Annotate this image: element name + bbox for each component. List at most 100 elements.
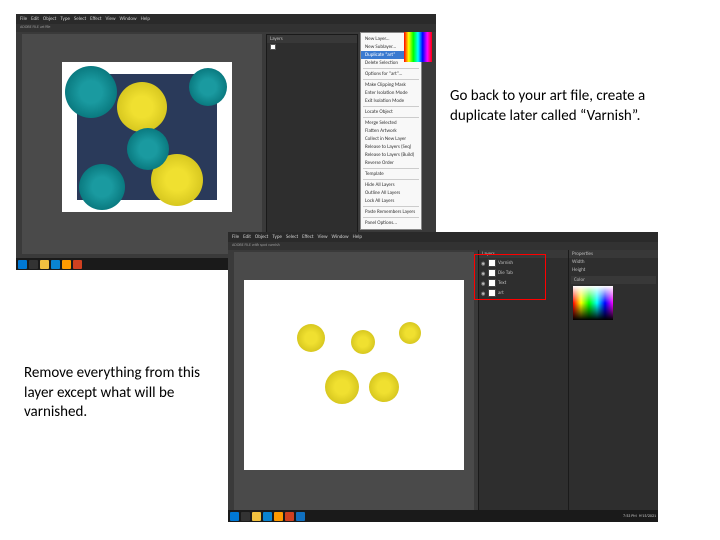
explorer-icon[interactable] <box>252 512 261 521</box>
layer-name: art <box>498 290 504 296</box>
separator <box>363 179 419 180</box>
circle-shape <box>79 164 125 210</box>
clock: 7:53 PM <box>623 514 637 519</box>
menu-release-seq[interactable]: Release to Layers (Seq) <box>361 143 421 151</box>
menu-select[interactable]: Select <box>286 234 298 240</box>
browser-icon[interactable] <box>263 512 272 521</box>
visibility-icon[interactable]: ◉ <box>481 291 486 296</box>
menu-effect[interactable]: Effect <box>302 234 313 240</box>
prop-label: Width <box>572 259 585 265</box>
menu-file[interactable]: File <box>20 16 27 22</box>
menu-type[interactable]: Type <box>60 16 70 22</box>
layer-row-dietab[interactable]: ◉ Die Tab <box>479 268 568 278</box>
menu-collect[interactable]: Collect in New Layer <box>361 135 421 143</box>
layer-thumb <box>488 259 496 267</box>
layer-thumb <box>270 44 276 50</box>
menu-template[interactable]: Template <box>361 170 421 178</box>
powerpoint-icon[interactable] <box>73 260 82 269</box>
menu-effect[interactable]: Effect <box>90 16 101 22</box>
screenshot-illustrator-2: File Edit Object Type Select Effect View… <box>228 232 658 522</box>
artboard <box>244 280 464 470</box>
separator <box>363 106 419 107</box>
properties-panel[interactable]: Properties Width Height Color <box>568 250 658 510</box>
color-spectrum[interactable] <box>404 32 432 62</box>
photoshop-icon[interactable] <box>296 512 305 521</box>
menu-reverse[interactable]: Reverse Order <box>361 159 421 167</box>
panel-tab[interactable]: Color <box>571 276 656 284</box>
color-spectrum[interactable] <box>573 286 613 320</box>
menu-release-build[interactable]: Release to Layers (Build) <box>361 151 421 159</box>
instruction-text-2: Remove everything from this layer except… <box>24 364 214 423</box>
browser-icon[interactable] <box>51 260 60 269</box>
circle-shape <box>65 66 117 118</box>
menu-select[interactable]: Select <box>74 16 86 22</box>
menu-window[interactable]: Window <box>332 234 349 240</box>
search-icon[interactable] <box>29 260 38 269</box>
menu-paste-remembers[interactable]: Paste Remembers Layers <box>361 208 421 216</box>
instruction-text-1: Go back to your art file, create a dupli… <box>450 87 650 126</box>
menubar: File Edit Object Type Select Effect View… <box>228 232 658 242</box>
panel-tab[interactable]: Properties <box>569 250 658 258</box>
powerpoint-icon[interactable] <box>285 512 294 521</box>
menu-help[interactable]: Help <box>141 16 150 22</box>
menu-lock-all[interactable]: Lock All Layers <box>361 197 421 205</box>
layer-row[interactable] <box>267 43 357 51</box>
menu-edit[interactable]: Edit <box>243 234 251 240</box>
separator <box>363 117 419 118</box>
layers-panel[interactable]: Layers <box>266 34 358 254</box>
menu-clipmask[interactable]: Make Clipping Mask <box>361 81 421 89</box>
menu-object[interactable]: Object <box>255 234 268 240</box>
artboard <box>62 62 232 212</box>
visibility-icon[interactable]: ◉ <box>481 281 486 286</box>
menu-help[interactable]: Help <box>353 234 362 240</box>
start-icon[interactable] <box>18 260 27 269</box>
separator <box>363 206 419 207</box>
menu-panel-options[interactable]: Panel Options... <box>361 219 421 227</box>
layers-panel[interactable]: Layers ◉ Varnish ◉ Die Tab ◉ Text ◉ art <box>478 250 568 510</box>
visibility-icon[interactable]: ◉ <box>481 271 486 276</box>
circle-shape <box>189 68 227 106</box>
menu-window[interactable]: Window <box>120 16 137 22</box>
circle-shape <box>127 128 169 170</box>
menu-isolation[interactable]: Enter Isolation Mode <box>361 89 421 97</box>
menu-hide-all[interactable]: Hide All Layers <box>361 181 421 189</box>
illustrator-icon[interactable] <box>274 512 283 521</box>
artwork <box>259 292 449 458</box>
panel-tab[interactable]: Layers <box>479 250 568 258</box>
layer-name: Die Tab <box>498 270 513 276</box>
layer-row-art[interactable]: ◉ art <box>479 288 568 298</box>
layer-row-varnish[interactable]: ◉ Varnish <box>479 258 568 268</box>
artwork <box>77 74 217 200</box>
menu-type[interactable]: Type <box>272 234 282 240</box>
visibility-icon[interactable]: ◉ <box>481 261 486 266</box>
circle-shape <box>351 330 375 354</box>
taskbar-tray: 7:53 PM 9/15/2021 <box>623 514 656 519</box>
canvas[interactable] <box>22 34 262 254</box>
explorer-icon[interactable] <box>40 260 49 269</box>
menu-file[interactable]: File <box>232 234 239 240</box>
panel-tab[interactable]: Layers <box>267 35 357 43</box>
menu-flatten[interactable]: Flatten Artwork <box>361 127 421 135</box>
search-icon[interactable] <box>241 512 250 521</box>
circle-shape <box>297 324 325 352</box>
menu-object[interactable]: Object <box>43 16 56 22</box>
menubar: File Edit Object Type Select Effect View… <box>16 14 436 24</box>
circle-shape <box>117 82 167 132</box>
illustrator-icon[interactable] <box>62 260 71 269</box>
start-icon[interactable] <box>230 512 239 521</box>
color-panel <box>404 32 434 82</box>
layer-name: Varnish <box>498 260 513 266</box>
menu-exit-isolation[interactable]: Exit Isolation Mode <box>361 97 421 105</box>
layer-row-text[interactable]: ◉ Text <box>479 278 568 288</box>
menu-merge[interactable]: Merge Selected <box>361 119 421 127</box>
menu-view[interactable]: View <box>106 16 116 22</box>
color-panel[interactable]: Color <box>569 274 658 324</box>
separator <box>363 168 419 169</box>
menu-locate[interactable]: Locate Object <box>361 108 421 116</box>
separator <box>363 217 419 218</box>
menu-edit[interactable]: Edit <box>31 16 39 22</box>
menu-view[interactable]: View <box>318 234 328 240</box>
prop-row: Height <box>569 266 658 274</box>
canvas[interactable] <box>234 252 474 512</box>
menu-outline-all[interactable]: Outline All Layers <box>361 189 421 197</box>
